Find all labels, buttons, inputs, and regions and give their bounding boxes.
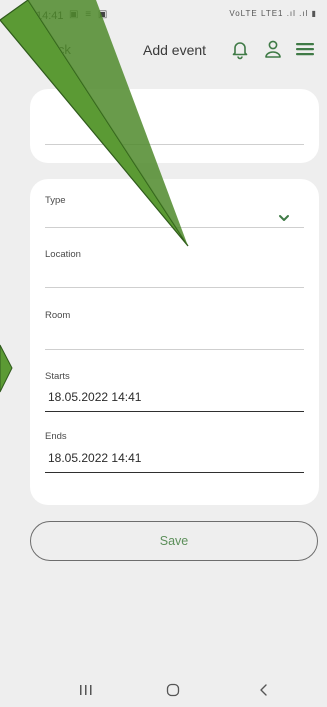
recent-apps-icon[interactable] — [71, 680, 101, 700]
ends-value[interactable]: 18.05.2022 14:41 — [48, 451, 141, 465]
ends-underline — [45, 472, 304, 473]
starts-field[interactable]: Starts 18.05.2022 14:41 — [45, 371, 304, 413]
type-underline — [45, 227, 304, 228]
notification-icons: ▣ ≡ ▣ — [69, 9, 110, 20]
location-underline — [45, 287, 304, 288]
starts-value[interactable]: 18.05.2022 14:41 — [48, 390, 141, 404]
nav-back-icon[interactable] — [249, 680, 279, 700]
location-field[interactable]: Location — [45, 249, 304, 289]
home-icon[interactable] — [158, 680, 188, 700]
type-select[interactable]: Type — [45, 195, 304, 229]
user-icon[interactable] — [262, 38, 284, 60]
page-title: Add event — [143, 42, 207, 58]
type-label: Type — [45, 195, 66, 206]
app-header: Back Add event — [0, 28, 327, 72]
back-link[interactable]: Back — [42, 42, 71, 57]
chevron-down-icon[interactable] — [278, 210, 290, 221]
location-label: Location — [45, 249, 81, 260]
annotation-arrow-tail-icon — [0, 344, 13, 393]
room-label: Room — [45, 310, 71, 321]
ends-label: Ends — [45, 431, 67, 442]
bell-icon[interactable] — [229, 38, 251, 60]
room-field[interactable]: Room — [45, 310, 304, 350]
ends-field[interactable]: Ends 18.05.2022 14:41 — [45, 431, 304, 475]
save-button[interactable]: Save — [30, 521, 318, 561]
status-time: 14:41 — [36, 10, 64, 22]
starts-underline — [45, 411, 304, 412]
top-card — [30, 89, 319, 163]
event-form-card: Type Location Room Starts 18.05.2022 14:… — [30, 179, 319, 505]
field-underline — [45, 144, 304, 145]
starts-label: Starts — [45, 371, 70, 382]
hamburger-menu-icon[interactable] — [294, 38, 316, 60]
status-bar: 14:41 ▣ ≡ ▣ VoLTE LTE1 .ıl .ıl ▮ — [0, 0, 327, 26]
room-underline — [45, 349, 304, 350]
network-status: VoLTE LTE1 .ıl .ıl ▮ — [229, 9, 317, 18]
system-nav-bar — [0, 672, 327, 707]
